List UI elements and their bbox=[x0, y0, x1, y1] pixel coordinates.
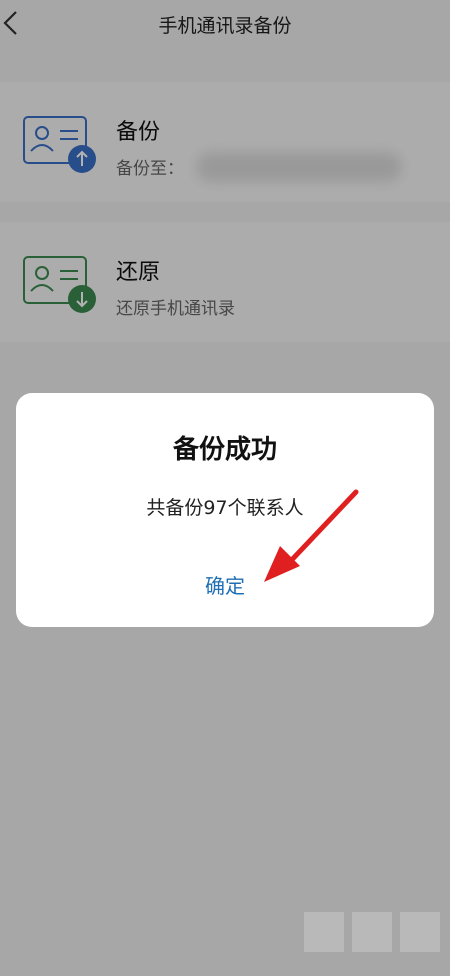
watermark-logo-icon bbox=[304, 912, 440, 952]
red-arrow-annotation-icon bbox=[264, 489, 359, 582]
backup-success-dialog: 备份成功 共备份97个联系人 确定 bbox=[16, 393, 434, 627]
dialog-message: 共备份97个联系人 bbox=[146, 497, 304, 519]
contacts-backup-screen: 手机通讯录备份 备份 备份至： 还原 还原手机通讯录 备份成功 共备份97个联系… bbox=[0, 0, 450, 976]
dialog-title: 备份成功 bbox=[172, 435, 277, 465]
